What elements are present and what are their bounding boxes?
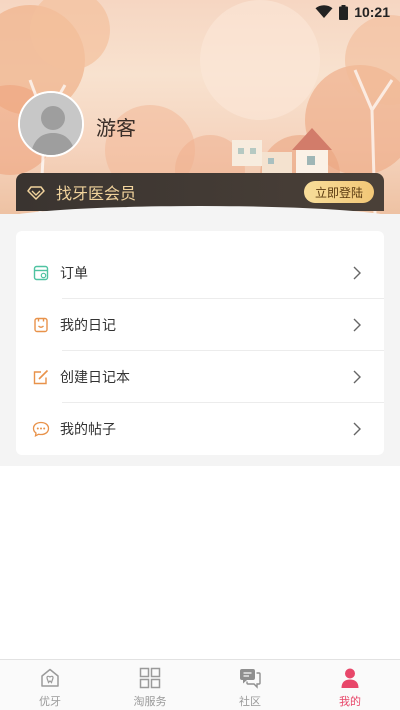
nav-tab-community[interactable]: 社区	[200, 660, 300, 710]
chevron-right-icon	[353, 370, 361, 384]
nav-label: 我的	[339, 695, 361, 708]
diamond-icon	[27, 186, 45, 200]
nav-label: 淘服务	[133, 695, 167, 708]
nav-tab-youya[interactable]: 优牙	[0, 660, 100, 710]
menu-card: 订单 我的日记 创建日记本 我的帖子	[16, 231, 384, 455]
chevron-right-icon	[353, 266, 361, 280]
grid-icon	[139, 667, 161, 689]
member-label: 找牙医会员	[56, 184, 137, 203]
login-button[interactable]: 立即登陆	[304, 181, 374, 203]
menu-item-label: 创建日记本	[60, 370, 130, 386]
profile-banner: 游客 找牙医会员 立即登陆	[0, 0, 400, 214]
order-icon	[32, 264, 50, 282]
wifi-icon	[315, 5, 333, 18]
username[interactable]: 游客	[96, 112, 136, 141]
diary-icon	[32, 316, 50, 334]
chat-bubble-icon	[32, 420, 50, 438]
battery-icon	[339, 4, 349, 20]
edit-icon	[32, 368, 50, 386]
menu-item-orders[interactable]: 订单	[16, 247, 384, 299]
chevron-right-icon	[353, 422, 361, 436]
nav-label: 社区	[239, 695, 261, 708]
chevron-right-icon	[353, 318, 361, 332]
nav-label: 优牙	[39, 695, 61, 708]
bottom-nav: 优牙 淘服务 社区 我的	[0, 659, 400, 710]
person-icon	[341, 668, 359, 688]
menu-item-my-diary[interactable]: 我的日记	[16, 299, 384, 351]
menu-item-label: 我的日记	[60, 318, 116, 334]
status-bar: 10:21	[0, 0, 400, 24]
nav-tab-mine[interactable]: 我的	[300, 660, 400, 710]
avatar[interactable]	[18, 91, 84, 157]
status-time: 10:21	[354, 4, 390, 20]
menu-item-label: 我的帖子	[60, 422, 116, 438]
menu-item-label: 订单	[60, 266, 88, 282]
tooth-home-icon	[41, 668, 59, 687]
community-chat-icon	[240, 669, 261, 689]
menu-item-create-diary[interactable]: 创建日记本	[16, 351, 384, 403]
menu-item-my-posts[interactable]: 我的帖子	[16, 403, 384, 455]
nav-tab-services[interactable]: 淘服务	[100, 660, 200, 710]
